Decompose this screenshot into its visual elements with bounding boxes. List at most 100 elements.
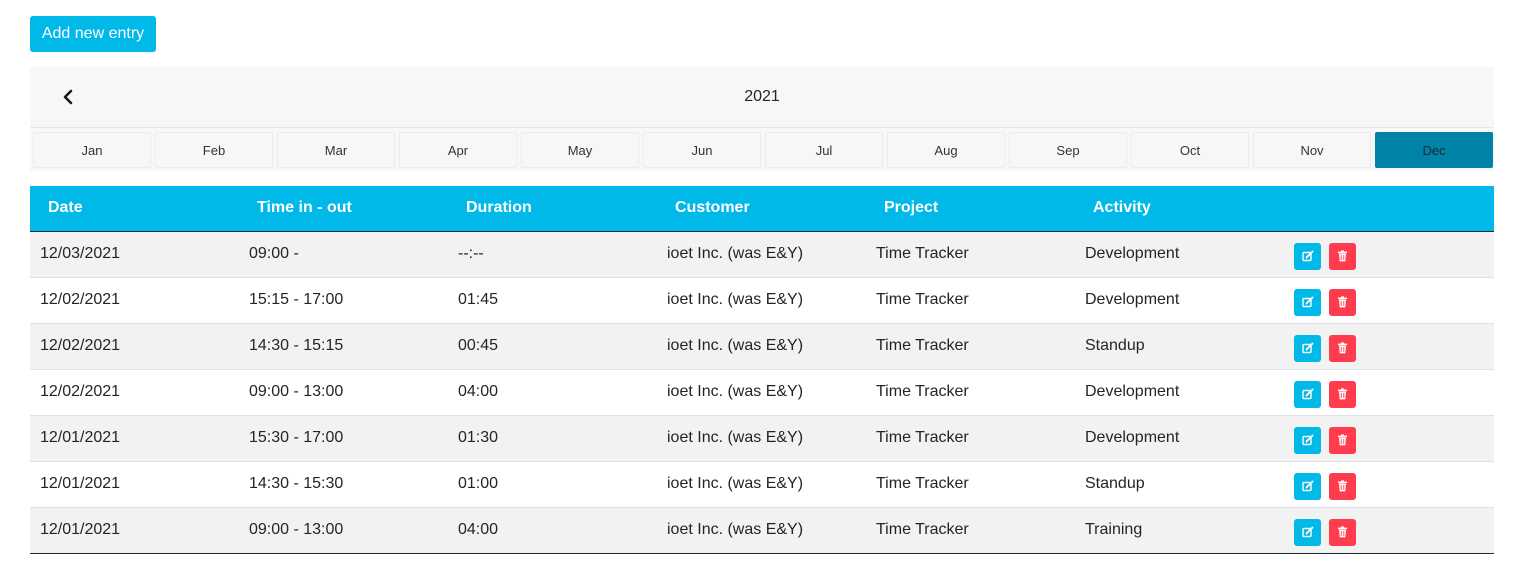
table-row: 12/01/2021 15:30 - 17:00 01:30 ioet Inc. (w… bbox=[30, 415, 1494, 462]
cell-activity: Standup bbox=[1075, 461, 1284, 508]
month-sep[interactable]: Sep bbox=[1009, 132, 1127, 168]
month-feb[interactable]: Feb bbox=[155, 132, 273, 168]
cell-time: 09:00 - 13:00 bbox=[239, 369, 448, 416]
cell-duration: --:-- bbox=[448, 231, 657, 278]
row-actions bbox=[1294, 377, 1494, 408]
cell-project: Time Tracker bbox=[866, 507, 1075, 554]
month-jun[interactable]: Jun bbox=[643, 132, 761, 168]
delete-entry-button[interactable] bbox=[1329, 334, 1356, 362]
time-entries-page: Add new entry 2021 Jan Feb Mar Apr May Jun Jul… bbox=[0, 0, 1531, 580]
row-actions bbox=[1294, 515, 1494, 546]
cell-date: 12/03/2021 bbox=[30, 231, 239, 278]
entries-table-body: 12/03/2021 09:00 - --:-- ioet Inc. (was E&Y… bbox=[30, 231, 1494, 554]
column-header-duration: Duration bbox=[448, 186, 657, 232]
year-label: 2021 bbox=[744, 88, 780, 105]
month-nov[interactable]: Nov bbox=[1253, 132, 1371, 168]
cell-activity: Development bbox=[1075, 277, 1284, 324]
cell-time: 09:00 - 13:00 bbox=[239, 507, 448, 554]
edit-icon bbox=[1301, 296, 1313, 308]
cell-project: Time Tracker bbox=[866, 231, 1075, 278]
month-jan[interactable]: Jan bbox=[33, 132, 151, 168]
delete-entry-button[interactable] bbox=[1329, 518, 1356, 546]
cell-customer: ioet Inc. (was E&Y) bbox=[657, 323, 866, 370]
cell-duration: 04:00 bbox=[448, 369, 657, 416]
delete-entry-button[interactable] bbox=[1329, 380, 1356, 408]
cell-activity: Development bbox=[1075, 369, 1284, 416]
cell-time: 14:30 - 15:30 bbox=[239, 461, 448, 508]
delete-entry-button[interactable] bbox=[1329, 288, 1356, 316]
entries-table: Date Time in - out Duration Customer Pro… bbox=[30, 186, 1494, 554]
cell-actions bbox=[1284, 231, 1494, 278]
cell-actions bbox=[1284, 323, 1494, 370]
delete-entry-button[interactable] bbox=[1329, 242, 1356, 270]
month-aug[interactable]: Aug bbox=[887, 132, 1005, 168]
edit-entry-button[interactable] bbox=[1294, 426, 1321, 454]
trash-icon bbox=[1338, 434, 1347, 446]
row-actions bbox=[1294, 331, 1494, 362]
cell-customer: ioet Inc. (was E&Y) bbox=[657, 461, 866, 508]
column-header-time: Time in - out bbox=[239, 186, 448, 232]
edit-icon bbox=[1301, 434, 1313, 446]
column-header-project: Project bbox=[866, 186, 1075, 232]
row-actions bbox=[1294, 239, 1494, 270]
cell-project: Time Tracker bbox=[866, 277, 1075, 324]
cell-project: Time Tracker bbox=[866, 369, 1075, 416]
column-header-actions bbox=[1284, 186, 1494, 232]
table-row: 12/01/2021 14:30 - 15:30 01:00 ioet Inc. (w… bbox=[30, 461, 1494, 508]
cell-project: Time Tracker bbox=[866, 323, 1075, 370]
edit-icon bbox=[1301, 250, 1313, 262]
cell-time: 09:00 - bbox=[239, 231, 448, 278]
edit-entry-button[interactable] bbox=[1294, 380, 1321, 408]
month-apr[interactable]: Apr bbox=[399, 132, 517, 168]
cell-actions bbox=[1284, 461, 1494, 508]
trash-icon bbox=[1338, 342, 1347, 354]
cell-date: 12/01/2021 bbox=[30, 507, 239, 554]
month-list: Jan Feb Mar Apr May Jun Jul Aug Sep Oct Nov Dec bbox=[33, 132, 1493, 168]
trash-icon bbox=[1338, 526, 1347, 538]
previous-year-button[interactable] bbox=[56, 85, 80, 109]
month-picker: 2021 Jan Feb Mar Apr May Jun Jul Aug Sep Oct Nov De… bbox=[30, 67, 1494, 171]
add-new-entry-button[interactable]: Add new entry bbox=[30, 16, 156, 52]
trash-icon bbox=[1338, 250, 1347, 262]
month-oct[interactable]: Oct bbox=[1131, 132, 1249, 168]
month-mar[interactable]: Mar bbox=[277, 132, 395, 168]
cell-customer: ioet Inc. (was E&Y) bbox=[657, 369, 866, 416]
cell-activity: Development bbox=[1075, 415, 1284, 462]
month-picker-header: 2021 bbox=[30, 67, 1494, 128]
row-actions bbox=[1294, 423, 1494, 454]
cell-time: 15:30 - 17:00 bbox=[239, 415, 448, 462]
edit-entry-button[interactable] bbox=[1294, 472, 1321, 500]
cell-activity: Standup bbox=[1075, 323, 1284, 370]
cell-time: 15:15 - 17:00 bbox=[239, 277, 448, 324]
edit-icon bbox=[1301, 388, 1313, 400]
edit-entry-button[interactable] bbox=[1294, 518, 1321, 546]
cell-duration: 00:45 bbox=[448, 323, 657, 370]
trash-icon bbox=[1338, 296, 1347, 308]
trash-icon bbox=[1338, 480, 1347, 492]
cell-customer: ioet Inc. (was E&Y) bbox=[657, 277, 866, 324]
delete-entry-button[interactable] bbox=[1329, 426, 1356, 454]
cell-date: 12/01/2021 bbox=[30, 461, 239, 508]
delete-entry-button[interactable] bbox=[1329, 472, 1356, 500]
cell-duration: 01:30 bbox=[448, 415, 657, 462]
cell-activity: Development bbox=[1075, 231, 1284, 278]
edit-icon bbox=[1301, 480, 1313, 492]
column-header-customer: Customer bbox=[657, 186, 866, 232]
column-header-date: Date bbox=[30, 186, 239, 232]
cell-actions bbox=[1284, 369, 1494, 416]
month-jul[interactable]: Jul bbox=[765, 132, 883, 168]
table-row: 12/01/2021 09:00 - 13:00 04:00 ioet Inc. (w… bbox=[30, 507, 1494, 554]
cell-date: 12/01/2021 bbox=[30, 415, 239, 462]
table-row: 12/03/2021 09:00 - --:-- ioet Inc. (was E&Y… bbox=[30, 231, 1494, 278]
cell-duration: 01:00 bbox=[448, 461, 657, 508]
edit-entry-button[interactable] bbox=[1294, 242, 1321, 270]
month-may[interactable]: May bbox=[521, 132, 639, 168]
cell-actions bbox=[1284, 415, 1494, 462]
column-header-activity: Activity bbox=[1075, 186, 1284, 232]
cell-duration: 04:00 bbox=[448, 507, 657, 554]
table-row: 12/02/2021 09:00 - 13:00 04:00 ioet Inc. (w… bbox=[30, 369, 1494, 416]
edit-entry-button[interactable] bbox=[1294, 334, 1321, 362]
edit-entry-button[interactable] bbox=[1294, 288, 1321, 316]
cell-date: 12/02/2021 bbox=[30, 369, 239, 416]
month-dec[interactable]: Dec bbox=[1375, 132, 1493, 168]
